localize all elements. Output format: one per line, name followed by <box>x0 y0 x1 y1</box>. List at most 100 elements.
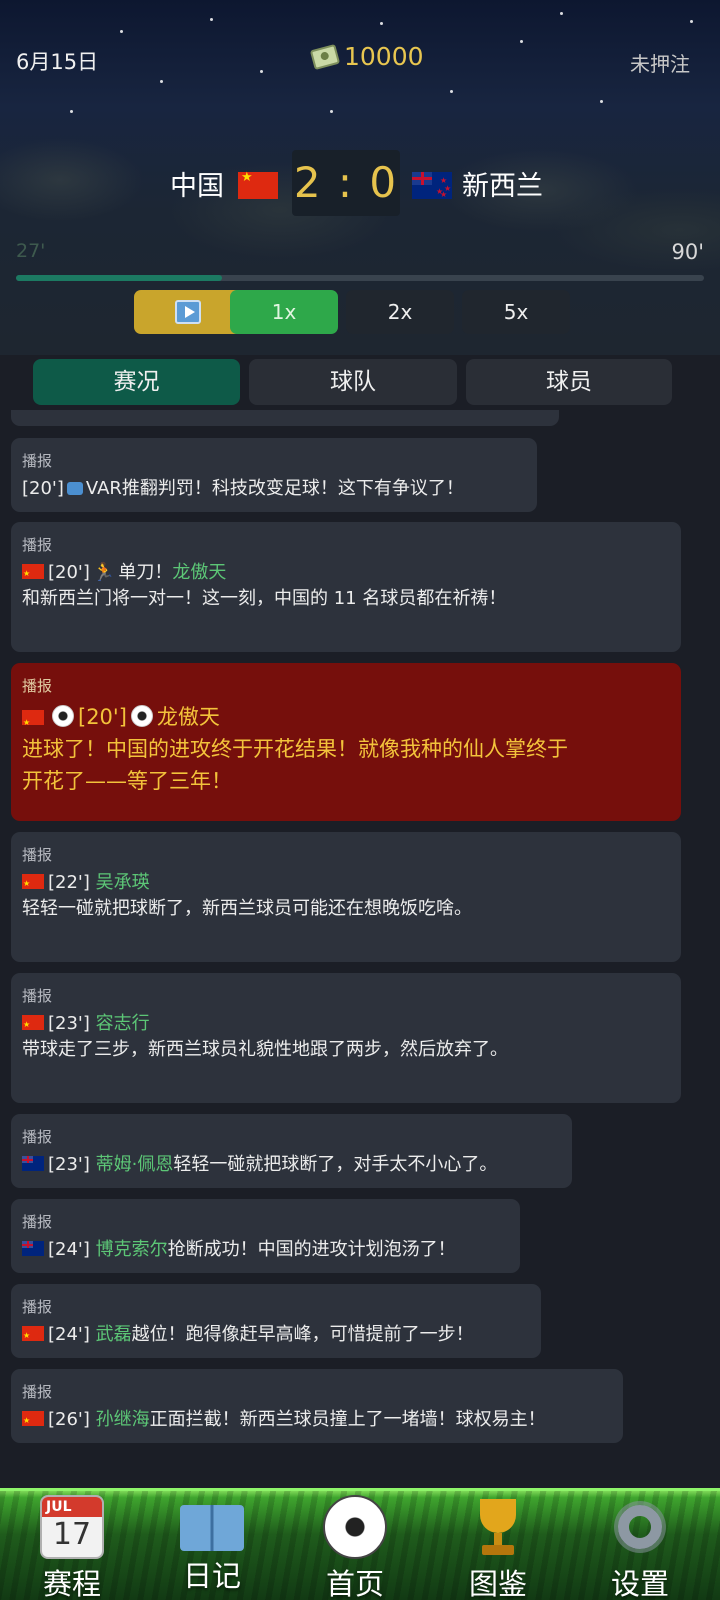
message-tag: 播报 <box>22 987 53 1005</box>
message-time: [24'] <box>48 1324 90 1345</box>
player-name[interactable]: 博克索尔 <box>96 1239 168 1260</box>
partial-message: …… <box>11 410 559 426</box>
commentary-message: 播报 [20'] VAR推翻判罚！科技改变足球！这下有争议了！ <box>11 438 537 512</box>
match-header: 6月15日 10000 未押注 中国 2 : 0 ★ ★ ★ ★ 新西兰 27'… <box>0 0 720 355</box>
away-team-name: 新西兰 <box>462 171 543 202</box>
nav-collection[interactable]: 图鉴 <box>438 1495 558 1600</box>
message-text: 正面拦截！新西兰球员撞上了一堵墙！球权易主！ <box>149 1409 546 1430</box>
calendar-day: 17 <box>52 1517 92 1552</box>
play-icon <box>175 300 201 324</box>
commentary-message: 播报 [26'] 孙继海正面拦截！新西兰球员撞上了一堵墙！球权易主！ <box>11 1369 623 1443</box>
message-tag: 播报 <box>22 1383 53 1401</box>
football-icon <box>130 705 153 727</box>
calendar-month: JUL <box>42 1497 102 1517</box>
message-tag: 播报 <box>22 846 53 864</box>
current-date: 6月15日 <box>16 50 99 74</box>
china-flag-icon <box>22 1323 44 1349</box>
message-time: [20'] <box>48 562 90 583</box>
message-text: 和新西兰门将一对一！这一刻，中国的 11 名球员都在祈祷！ <box>22 588 507 609</box>
nav-settings[interactable]: 设置 <box>580 1495 700 1600</box>
nav-label: 首页 <box>325 1567 384 1600</box>
china-flag-icon <box>22 561 44 587</box>
message-tag: 播报 <box>22 536 53 554</box>
calendar-icon: JUL 17 <box>40 1495 104 1559</box>
player-name[interactable]: 吴承瑛 <box>96 872 150 893</box>
runner-icon: 🏃 <box>92 562 116 583</box>
nav-home[interactable]: 首页 <box>295 1495 415 1600</box>
gear-icon <box>608 1495 672 1559</box>
message-tag: 播报 <box>22 1298 53 1316</box>
message-time: [22'] <box>48 872 90 893</box>
score-box: 2 : 0 <box>292 150 400 216</box>
message-tag: 播报 <box>22 677 53 695</box>
china-flag-icon <box>22 1012 44 1038</box>
speed-1x-button[interactable]: 1x <box>230 290 338 334</box>
match-progress-bar <box>16 275 704 281</box>
play-button[interactable] <box>134 290 242 334</box>
message-time: [23'] <box>48 1013 90 1034</box>
money-icon <box>309 43 341 70</box>
nav-label: 图鉴 <box>468 1567 527 1600</box>
tab-match-status[interactable]: 赛况 <box>33 359 240 405</box>
book-icon <box>180 1505 244 1551</box>
commentary-feed[interactable]: …… 播报 [20'] VAR推翻判罚！科技改变足球！这下有争议了！ 播报 [20… <box>0 410 720 1490</box>
player-name[interactable]: 蒂姆·佩恩 <box>96 1154 174 1175</box>
commentary-message: 播报 [23'] 容志行 带球走了三步，新西兰球员礼貌性地跟了两步，然后放弃了。 <box>11 973 681 1103</box>
player-name[interactable]: 孙继海 <box>96 1409 150 1430</box>
match-progress-fill <box>16 275 223 281</box>
message-tag: 播报 <box>22 1213 53 1231</box>
coin-value: 10000 <box>344 42 424 71</box>
message-time: [26'] <box>48 1409 90 1430</box>
tab-team[interactable]: 球队 <box>249 359 457 405</box>
player-name[interactable]: 武磊 <box>96 1324 132 1345</box>
nav-label: 赛程 <box>42 1567 101 1600</box>
speed-2x-button[interactable]: 2x <box>346 290 454 334</box>
player-name[interactable]: 龙傲天 <box>157 705 220 729</box>
china-flag-icon <box>22 707 44 739</box>
speed-5x-button[interactable]: 5x <box>462 290 570 334</box>
commentary-message: 播报 [20']🏃单刀！龙傲天 和新西兰门将一对一！这一刻，中国的 11 名球员… <box>11 522 681 652</box>
nav-label: 设置 <box>610 1567 669 1600</box>
football-icon <box>52 705 74 727</box>
message-text: 轻轻一碰就把球断了，新西兰球员可能还在想晚饭吃啥。 <box>22 898 472 919</box>
message-text: 带球走了三步，新西兰球员礼貌性地跟了两步，然后放弃了。 <box>22 1039 508 1060</box>
player-name[interactable]: 容志行 <box>96 1013 150 1034</box>
goal-text-line-2: 开花了——等了三年！ <box>22 769 232 793</box>
goal-text-line-1: 进球了！中国的进攻终于开花结果！就像我种的仙人掌终于 <box>22 737 568 761</box>
goal-message: 播报 [20'] 龙傲天 进球了！中国的进攻终于开花结果！就像我种的仙人掌终于 开… <box>11 663 681 821</box>
nav-label: 日记 <box>182 1559 241 1593</box>
nav-diary[interactable]: 日记 <box>152 1495 272 1595</box>
football-icon <box>323 1495 387 1559</box>
message-text: 越位！跑得像赶早高峰，可惜提前了一步！ <box>131 1324 474 1345</box>
commentary-message: 播报 [24'] 博克索尔抢断成功！中国的进攻计划泡汤了！ <box>11 1199 520 1273</box>
china-flag-icon <box>238 170 278 199</box>
china-flag-icon <box>22 1408 44 1434</box>
nav-schedule[interactable]: JUL 17 赛程 <box>12 1495 132 1600</box>
message-action: 单刀！ <box>118 562 173 583</box>
message-time: [20'] <box>22 478 64 499</box>
score: 2 : 0 <box>293 158 399 207</box>
scoreboard: 中国 2 : 0 ★ ★ ★ ★ 新西兰 <box>0 150 720 220</box>
bottom-navigation: JUL 17 赛程 日记 首页 图鉴 设置 <box>0 1488 720 1600</box>
tab-bar: 赛况 球队 球员 <box>0 355 720 407</box>
new-zealand-flag-icon <box>22 1156 44 1171</box>
bet-status-button[interactable]: 未押注 <box>630 48 690 77</box>
commentary-message: 播报 [23'] 蒂姆·佩恩轻轻一碰就把球断了，对手太不小心了。 <box>11 1114 572 1188</box>
home-team-name: 中国 <box>170 171 224 202</box>
message-text: VAR推翻判罚！科技改变足球！这下有争议了！ <box>85 478 464 499</box>
new-zealand-flag-icon: ★ ★ ★ ★ <box>412 172 452 199</box>
current-minute: 27' <box>16 240 46 262</box>
tab-players[interactable]: 球员 <box>466 359 672 405</box>
player-name[interactable]: 龙傲天 <box>172 562 226 583</box>
commentary-message: 播报 [22'] 吴承瑛 轻轻一碰就把球断了，新西兰球员可能还在想晚饭吃啥。 <box>11 832 681 962</box>
tv-icon <box>66 482 83 495</box>
end-minute: 90' <box>671 240 705 264</box>
message-tag: 播报 <box>22 452 53 470</box>
message-time: [24'] <box>48 1239 90 1260</box>
trophy-icon <box>466 1495 530 1559</box>
message-text: 轻轻一碰就把球断了，对手太不小心了。 <box>173 1154 498 1175</box>
coin-balance: 10000 <box>309 42 424 71</box>
message-time: [20'] <box>78 705 127 729</box>
speed-controls: 1x 2x 5x <box>0 290 720 336</box>
message-time: [23'] <box>48 1154 90 1175</box>
